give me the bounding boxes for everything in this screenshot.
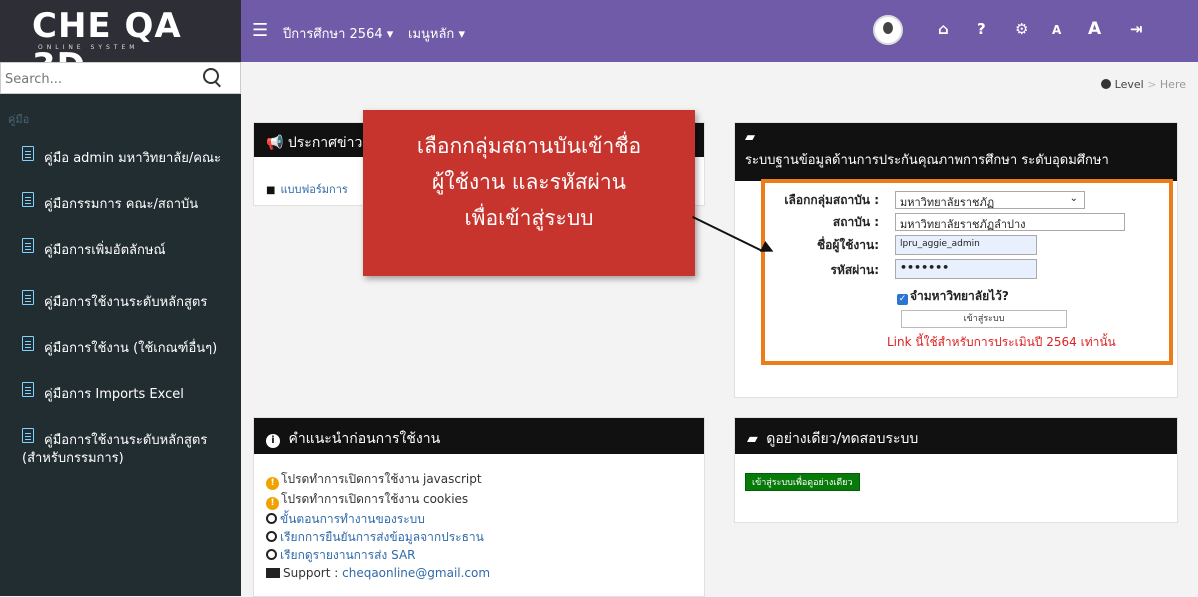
panel-header: ▰ ระบบฐานข้อมูลด้านการประกันคุณภาพการศึก… bbox=[735, 123, 1177, 181]
support-email-link[interactable]: cheqaonline@gmail.com bbox=[342, 566, 490, 580]
breadcrumb-here: Here bbox=[1159, 78, 1186, 91]
password-field[interactable]: ••••••• bbox=[895, 259, 1037, 279]
avatar[interactable] bbox=[873, 15, 903, 45]
document-icon bbox=[22, 146, 34, 161]
view-only-login-button[interactable]: เข้าสู่ระบบเพื่อดูอย่างเดียว bbox=[745, 473, 860, 491]
sidebar-item-label: คู่มือ admin มหาวิทยาลัย/คณะ bbox=[44, 151, 221, 166]
book-icon: ▰ bbox=[747, 431, 758, 447]
document-icon bbox=[22, 238, 34, 253]
help-icon[interactable]: ? bbox=[977, 20, 986, 38]
document-icon bbox=[22, 382, 34, 397]
search-icon[interactable] bbox=[203, 68, 219, 84]
settings-icon[interactable]: ⚙ bbox=[1015, 20, 1028, 38]
book-icon: ▰ bbox=[745, 130, 755, 145]
login-form: เลือกกลุ่มสถาบัน : มหาวิทยาลัยราชภัฏ ⌄ ส… bbox=[761, 179, 1173, 365]
callout-line: เลือกกลุ่มสถานบันเข้าชื่อ bbox=[416, 134, 642, 158]
support-label: Support : bbox=[283, 566, 339, 580]
workflow-link[interactable]: ขั้นตอนการทำงานของระบบ bbox=[280, 512, 425, 526]
sidebar-item-label-line2: (สำหรับกรรมการ) bbox=[22, 451, 124, 466]
sar-report-link[interactable]: เรียกดูรายงานการส่ง SAR bbox=[280, 548, 416, 562]
info-icon: ! bbox=[266, 497, 279, 510]
login-panel: ▰ ระบบฐานข้อมูลด้านการประกันคุณภาพการศึก… bbox=[734, 122, 1178, 398]
panel-header: i คำแนะนำก่อนการใช้งาน bbox=[254, 418, 704, 454]
list-item: เรียกการยืนยันการส่งข้อมูลจากประธาน bbox=[266, 528, 490, 546]
remember-label: จำมหาวิทยาลัยไว้? bbox=[910, 289, 1009, 303]
circle-icon bbox=[266, 531, 277, 542]
sidebar-item-curriculum-committee-manual[interactable]: คู่มือการใช้งานระดับหลักสูตร (สำหรับกรรม… bbox=[0, 422, 241, 466]
info-icon: i bbox=[266, 434, 280, 448]
dashboard-icon bbox=[1100, 79, 1111, 89]
instruction-callout: เลือกกลุ่มสถานบันเข้าชื่อ ผู้ใช้งาน และร… bbox=[363, 110, 695, 276]
search-input[interactable] bbox=[5, 68, 195, 90]
sidebar-item-label: คู่มือการใช้งานระดับหลักสูตร bbox=[44, 295, 208, 310]
list-item: ! โปรดทำการเปิดการใช้งาน javascript bbox=[266, 470, 490, 490]
menu-toggle-icon[interactable]: ☰ bbox=[252, 20, 268, 41]
breadcrumb: Level > Here bbox=[1100, 78, 1186, 91]
panel-header: ▰ ดูอย่างเดียว/ทดสอบระบบ bbox=[735, 418, 1177, 454]
guide-panel: i คำแนะนำก่อนการใช้งาน ! โปรดทำการเปิดการ… bbox=[253, 417, 705, 597]
notice-text: Link นี้ใช้สำหรับการประเมินปี 2564 เท่าน… bbox=[887, 335, 1116, 349]
list-item: ขั้นตอนการทำงานของระบบ bbox=[266, 510, 490, 528]
password-label: รหัสผ่าน: bbox=[830, 263, 879, 277]
document-icon bbox=[22, 192, 34, 207]
institution-label: สถาบัน : bbox=[832, 215, 879, 229]
institution-field[interactable]: มหาวิทยาลัยราชภัฏลำปาง bbox=[895, 213, 1125, 231]
sidebar-item-curriculum-manual[interactable]: คู่มือการใช้งานระดับหลักสูตร bbox=[0, 284, 241, 320]
chevron-down-icon: ⌄ bbox=[1069, 193, 1078, 204]
sidebar-item-label: คู่มือกรรมการ คณะ/สถาบัน bbox=[44, 197, 199, 212]
circle-icon bbox=[266, 513, 277, 524]
list-item: Support : cheqaonline@gmail.com bbox=[266, 564, 490, 582]
checkbox-checked-icon: ✓ bbox=[897, 294, 908, 305]
login-button[interactable]: เข้าสู่ระบบ bbox=[901, 310, 1067, 328]
demo-panel: ▰ ดูอย่างเดียว/ทดสอบระบบ เข้าสู่ระบบเพื่… bbox=[734, 417, 1178, 523]
list-item: เรียกดูรายงานการส่ง SAR bbox=[266, 546, 490, 564]
callout-line: เพื่อเข้าสู่ระบบ bbox=[464, 206, 594, 230]
sidebar: คู่มือ คู่มือ admin มหาวิทยาลัย/คณะ คู่ม… bbox=[0, 62, 241, 596]
document-icon bbox=[22, 336, 34, 351]
guide-item-text: โปรดทำการเปิดการใช้งาน javascript bbox=[281, 472, 482, 486]
sidebar-item-label: คู่มือการเพิ่มอัตลักษณ์ bbox=[44, 243, 166, 258]
sidebar-item-committee-manual[interactable]: คู่มือกรรมการ คณะ/สถาบัน bbox=[0, 186, 241, 222]
username-field[interactable]: lpru_aggie_admin bbox=[895, 235, 1037, 255]
font-large-icon[interactable]: A bbox=[1088, 19, 1101, 39]
username-label: ชื่อผู้ใช้งาน: bbox=[817, 238, 879, 252]
search-box bbox=[0, 62, 241, 94]
year-menu[interactable]: ปีการศึกษา 2564 ▾ bbox=[283, 23, 393, 44]
confirm-submission-link[interactable]: เรียกการยืนยันการส่งข้อมูลจากประธาน bbox=[280, 530, 484, 544]
institution-group-select[interactable]: มหาวิทยาลัยราชภัฏ ⌄ bbox=[895, 191, 1085, 209]
guide-list: ! โปรดทำการเปิดการใช้งาน javascript ! โปรด… bbox=[266, 470, 490, 582]
sidebar-item-imports-excel[interactable]: คู่มือการ Imports Excel bbox=[0, 376, 241, 412]
main-menu[interactable]: เมนูหลัก ▾ bbox=[408, 23, 465, 44]
document-icon bbox=[22, 428, 34, 443]
announcement-title: ประกาศข่าว bbox=[287, 135, 363, 151]
font-small-icon[interactable]: A bbox=[1052, 23, 1061, 37]
guide-title: คำแนะนำก่อนการใช้งาน bbox=[288, 431, 441, 447]
sidebar-item-other-criteria-manual[interactable]: คู่มือการใช้งาน (ใช้เกณฑ์อื่นๆ) bbox=[0, 330, 241, 366]
callout-line: ผู้ใช้งาน และรหัสผ่าน bbox=[432, 170, 626, 194]
demo-title: ดูอย่างเดียว/ทดสอบระบบ bbox=[766, 431, 919, 447]
guide-item-text: โปรดทำการเปิดการใช้งาน cookies bbox=[281, 492, 469, 506]
sidebar-item-label: คู่มือการใช้งาน (ใช้เกณฑ์อื่นๆ) bbox=[44, 341, 218, 356]
document-icon bbox=[22, 290, 34, 305]
logout-icon[interactable]: ⇥ bbox=[1130, 20, 1143, 38]
megaphone-icon: 📢 bbox=[266, 135, 284, 151]
login-panel-title: ระบบฐานข้อมูลด้านการประกันคุณภาพการศึกษา… bbox=[745, 153, 1109, 168]
circle-icon bbox=[266, 549, 277, 560]
institution-group-value: มหาวิทยาลัยราชภัฏ bbox=[900, 196, 995, 209]
announcement-link[interactable]: แบบฟอร์มการ bbox=[266, 180, 347, 198]
logo-subtext: ONLINE SYSTEM bbox=[38, 44, 139, 51]
sidebar-header: คู่มือ bbox=[8, 113, 30, 126]
top-navbar: CHE QA 3D ONLINE SYSTEM ☰ ปีการศึกษา 256… bbox=[0, 0, 1198, 86]
home-icon[interactable]: ⌂ bbox=[938, 20, 949, 38]
sidebar-item-label: คู่มือการ Imports Excel bbox=[44, 387, 184, 402]
logo[interactable]: CHE QA 3D ONLINE SYSTEM bbox=[0, 0, 241, 86]
sidebar-item-identity-manual[interactable]: คู่มือการเพิ่มอัตลักษณ์ bbox=[0, 232, 241, 268]
envelope-icon bbox=[266, 568, 280, 578]
info-icon: ! bbox=[266, 477, 279, 490]
sidebar-item-admin-manual[interactable]: คู่มือ admin มหาวิทยาลัย/คณะ bbox=[0, 140, 241, 176]
remember-checkbox[interactable]: ✓ จำมหาวิทยาลัยไว้? bbox=[897, 287, 1009, 306]
group-label: เลือกกลุ่มสถาบัน : bbox=[784, 193, 879, 207]
breadcrumb-level[interactable]: Level bbox=[1115, 78, 1144, 91]
list-item: ! โปรดทำการเปิดการใช้งาน cookies bbox=[266, 490, 490, 510]
